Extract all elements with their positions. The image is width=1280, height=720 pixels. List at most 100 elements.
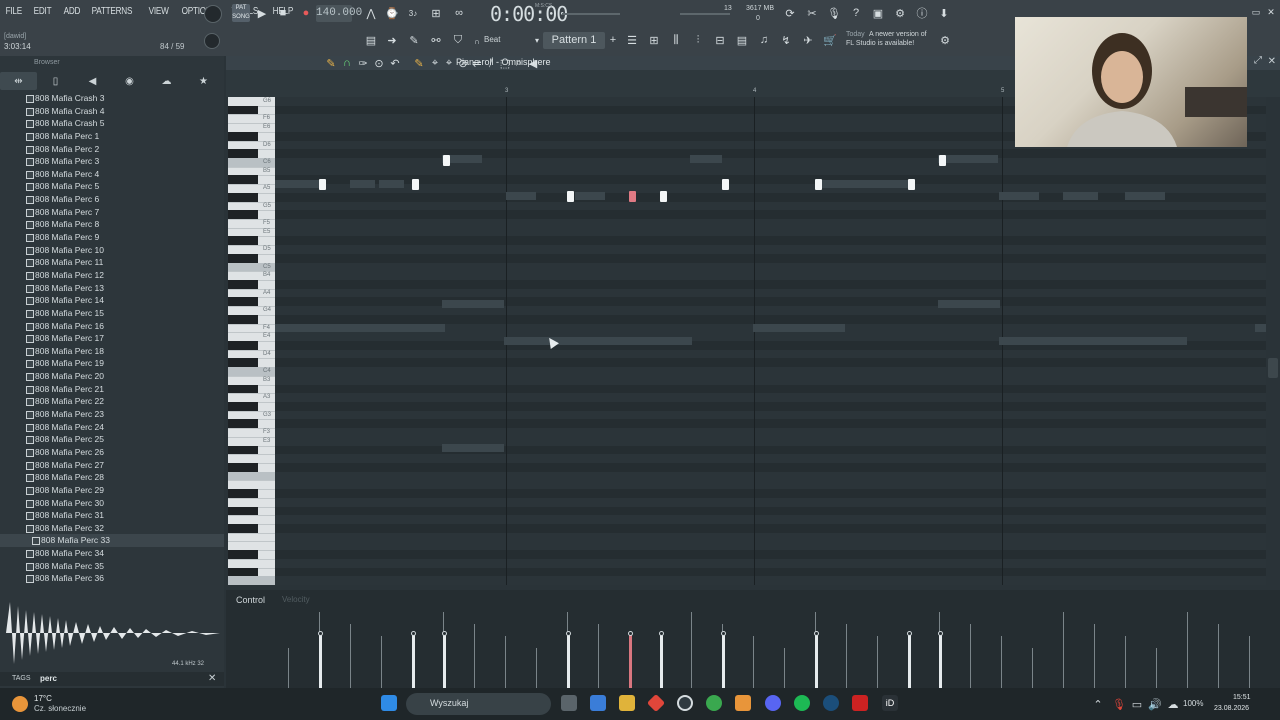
tempo-display[interactable]: 140.000 bbox=[316, 5, 362, 22]
wait-icon[interactable]: ⌚ bbox=[383, 5, 401, 21]
browser-cloud-icon[interactable]: ☁ bbox=[148, 72, 185, 90]
master-volume-slider[interactable] bbox=[562, 13, 620, 15]
black-key[interactable] bbox=[228, 341, 258, 350]
browser-item[interactable]: 808 Mafia Perc 32 bbox=[0, 522, 224, 535]
browser-item[interactable]: 808 Mafia Perc 8 bbox=[0, 218, 224, 231]
black-key[interactable] bbox=[228, 419, 258, 429]
cut-icon[interactable]: ✂ bbox=[803, 5, 821, 21]
velocity-handle[interactable] bbox=[318, 631, 323, 636]
browser-item[interactable]: 808 Mafia Perc 34 bbox=[0, 547, 224, 560]
menu-view[interactable]: VIEW bbox=[147, 6, 170, 17]
browser-all-icon[interactable]: ⇹ bbox=[0, 72, 37, 90]
undo-history-icon[interactable]: ⟳ bbox=[781, 5, 799, 21]
browser-favorites-icon[interactable]: ★ bbox=[185, 72, 222, 90]
piano-roll-close-icon[interactable]: ✕ bbox=[1268, 56, 1276, 67]
browser-item[interactable]: 808 Mafia Perc 6 bbox=[0, 193, 224, 206]
black-key[interactable] bbox=[228, 445, 258, 455]
black-key[interactable] bbox=[228, 524, 258, 533]
browser-item[interactable]: 808 Mafia Perc 3 bbox=[0, 155, 224, 168]
info-icon[interactable]: ⓘ bbox=[913, 5, 931, 21]
browser-item[interactable]: 808 Mafia Crash 4 bbox=[0, 105, 224, 118]
undo-icon[interactable]: ↶ bbox=[386, 55, 404, 71]
velocity-handle[interactable] bbox=[411, 631, 416, 636]
browser-item[interactable]: 808 Mafia Perc 2 bbox=[0, 143, 224, 156]
metronome-icon[interactable]: ⋀ bbox=[362, 5, 380, 21]
piano-keyboard[interactable]: G6 F6 E6 D6 C6 B5 A5 G5 F5 E5 D5 C5 B4 A4 G4 F4 E4 D4 C4 B3… bbox=[228, 97, 275, 585]
velocity-handle[interactable] bbox=[659, 631, 664, 636]
browser-item[interactable]: 808 Mafia Perc 13 bbox=[0, 282, 224, 295]
weather-temperature[interactable]: 17°C bbox=[34, 694, 52, 703]
pattern-selector[interactable]: Pattern 1 bbox=[543, 32, 605, 49]
chrome-icon[interactable] bbox=[706, 695, 722, 711]
black-key[interactable] bbox=[228, 384, 258, 394]
collab-icon[interactable]: ✈ bbox=[799, 32, 817, 48]
velocity-bar[interactable] bbox=[815, 634, 818, 688]
tags-value[interactable]: perc bbox=[40, 674, 57, 683]
black-key[interactable] bbox=[228, 210, 258, 219]
play-icon[interactable]: ▶ bbox=[253, 5, 271, 21]
browser-item[interactable]: 808 Mafia Perc 7 bbox=[0, 206, 224, 219]
windows-start-icon[interactable] bbox=[381, 695, 397, 711]
velocity-bar[interactable] bbox=[319, 634, 322, 688]
velocity-bar[interactable] bbox=[412, 634, 415, 688]
velocity-bar[interactable] bbox=[660, 634, 663, 688]
note-grid[interactable] bbox=[275, 97, 1266, 585]
browser-item[interactable]: 808 Mafia Perc 31 bbox=[0, 509, 224, 522]
tray-cloud-icon[interactable]: ☁ bbox=[1164, 696, 1182, 712]
velocity-bar[interactable] bbox=[567, 634, 570, 688]
plugin-picker-icon[interactable]: ▤ bbox=[733, 32, 751, 48]
note[interactable] bbox=[412, 179, 419, 190]
record-icon[interactable]: ● bbox=[297, 5, 315, 21]
black-key[interactable] bbox=[228, 402, 258, 411]
note[interactable] bbox=[939, 155, 946, 166]
black-key[interactable] bbox=[228, 567, 258, 577]
plugin-icon[interactable]: ⚙ bbox=[891, 5, 909, 21]
velocity-handle[interactable] bbox=[907, 631, 912, 636]
black-key[interactable] bbox=[228, 550, 258, 559]
countdown-icon[interactable]: 3♪ bbox=[404, 5, 422, 21]
note[interactable] bbox=[319, 179, 326, 190]
piano-roll-title[interactable]: Piano roll - Omnisphere bbox=[456, 57, 551, 67]
stop-icon[interactable]: ■ bbox=[274, 5, 292, 21]
note[interactable] bbox=[567, 191, 574, 202]
black-key[interactable] bbox=[228, 149, 258, 158]
menu-edit[interactable]: EDIT bbox=[32, 6, 53, 17]
clock-date[interactable]: 23.08.2026 bbox=[1214, 705, 1249, 712]
steam-icon[interactable] bbox=[823, 695, 839, 711]
pat-song-toggle[interactable]: PAT SONG bbox=[232, 4, 250, 22]
vertical-scroll-thumb[interactable] bbox=[1268, 358, 1278, 378]
c-key[interactable] bbox=[228, 471, 275, 481]
store-icon[interactable] bbox=[590, 695, 606, 711]
browser-item[interactable]: 808 Mafia Crash 5 bbox=[0, 117, 224, 130]
black-key[interactable] bbox=[228, 131, 258, 141]
piano-roll-icon[interactable]: ▤ bbox=[362, 32, 380, 48]
browser-item[interactable]: 808 Mafia Perc 28 bbox=[0, 471, 224, 484]
black-key[interactable] bbox=[228, 236, 258, 246]
red-app-icon[interactable] bbox=[852, 695, 868, 711]
browser-item[interactable]: 808 Mafia Perc 10 bbox=[0, 244, 224, 257]
master-pitch-knob[interactable] bbox=[204, 33, 220, 49]
browser-speaker-icon[interactable]: ◀ bbox=[74, 72, 111, 90]
black-key[interactable] bbox=[228, 192, 258, 202]
browser-item[interactable]: 808 Mafia Perc 9 bbox=[0, 231, 224, 244]
velocity-bar[interactable] bbox=[908, 634, 911, 688]
black-key[interactable] bbox=[228, 297, 258, 307]
task-view-icon[interactable] bbox=[561, 695, 577, 711]
browser-item[interactable]: 808 Mafia Perc 35 bbox=[0, 560, 224, 573]
weather-description[interactable]: Cz. słonecznie bbox=[34, 704, 86, 713]
playlist-icon[interactable]: ☰ bbox=[623, 32, 641, 48]
note[interactable] bbox=[443, 155, 450, 166]
discord-icon[interactable] bbox=[765, 695, 781, 711]
velocity-handle[interactable] bbox=[721, 631, 726, 636]
search-placeholder[interactable]: Wyszukaj bbox=[430, 698, 468, 708]
browser-item[interactable]: 808 Mafia Perc 16 bbox=[0, 320, 224, 333]
velocity-handle[interactable] bbox=[814, 631, 819, 636]
master-volume-knob[interactable] bbox=[204, 5, 222, 23]
update-icon[interactable]: ⚙ bbox=[936, 32, 954, 48]
battery-level[interactable]: 100% bbox=[1183, 699, 1203, 708]
velocity-bar[interactable] bbox=[939, 634, 942, 688]
tempo-icon[interactable]: ↯ bbox=[777, 32, 795, 48]
browser-item[interactable]: 808 Mafia Crash 3 bbox=[0, 92, 224, 105]
step-edit-icon[interactable]: ⊞ bbox=[427, 5, 445, 21]
browser-item[interactable]: 808 Mafia Perc 12 bbox=[0, 269, 224, 282]
